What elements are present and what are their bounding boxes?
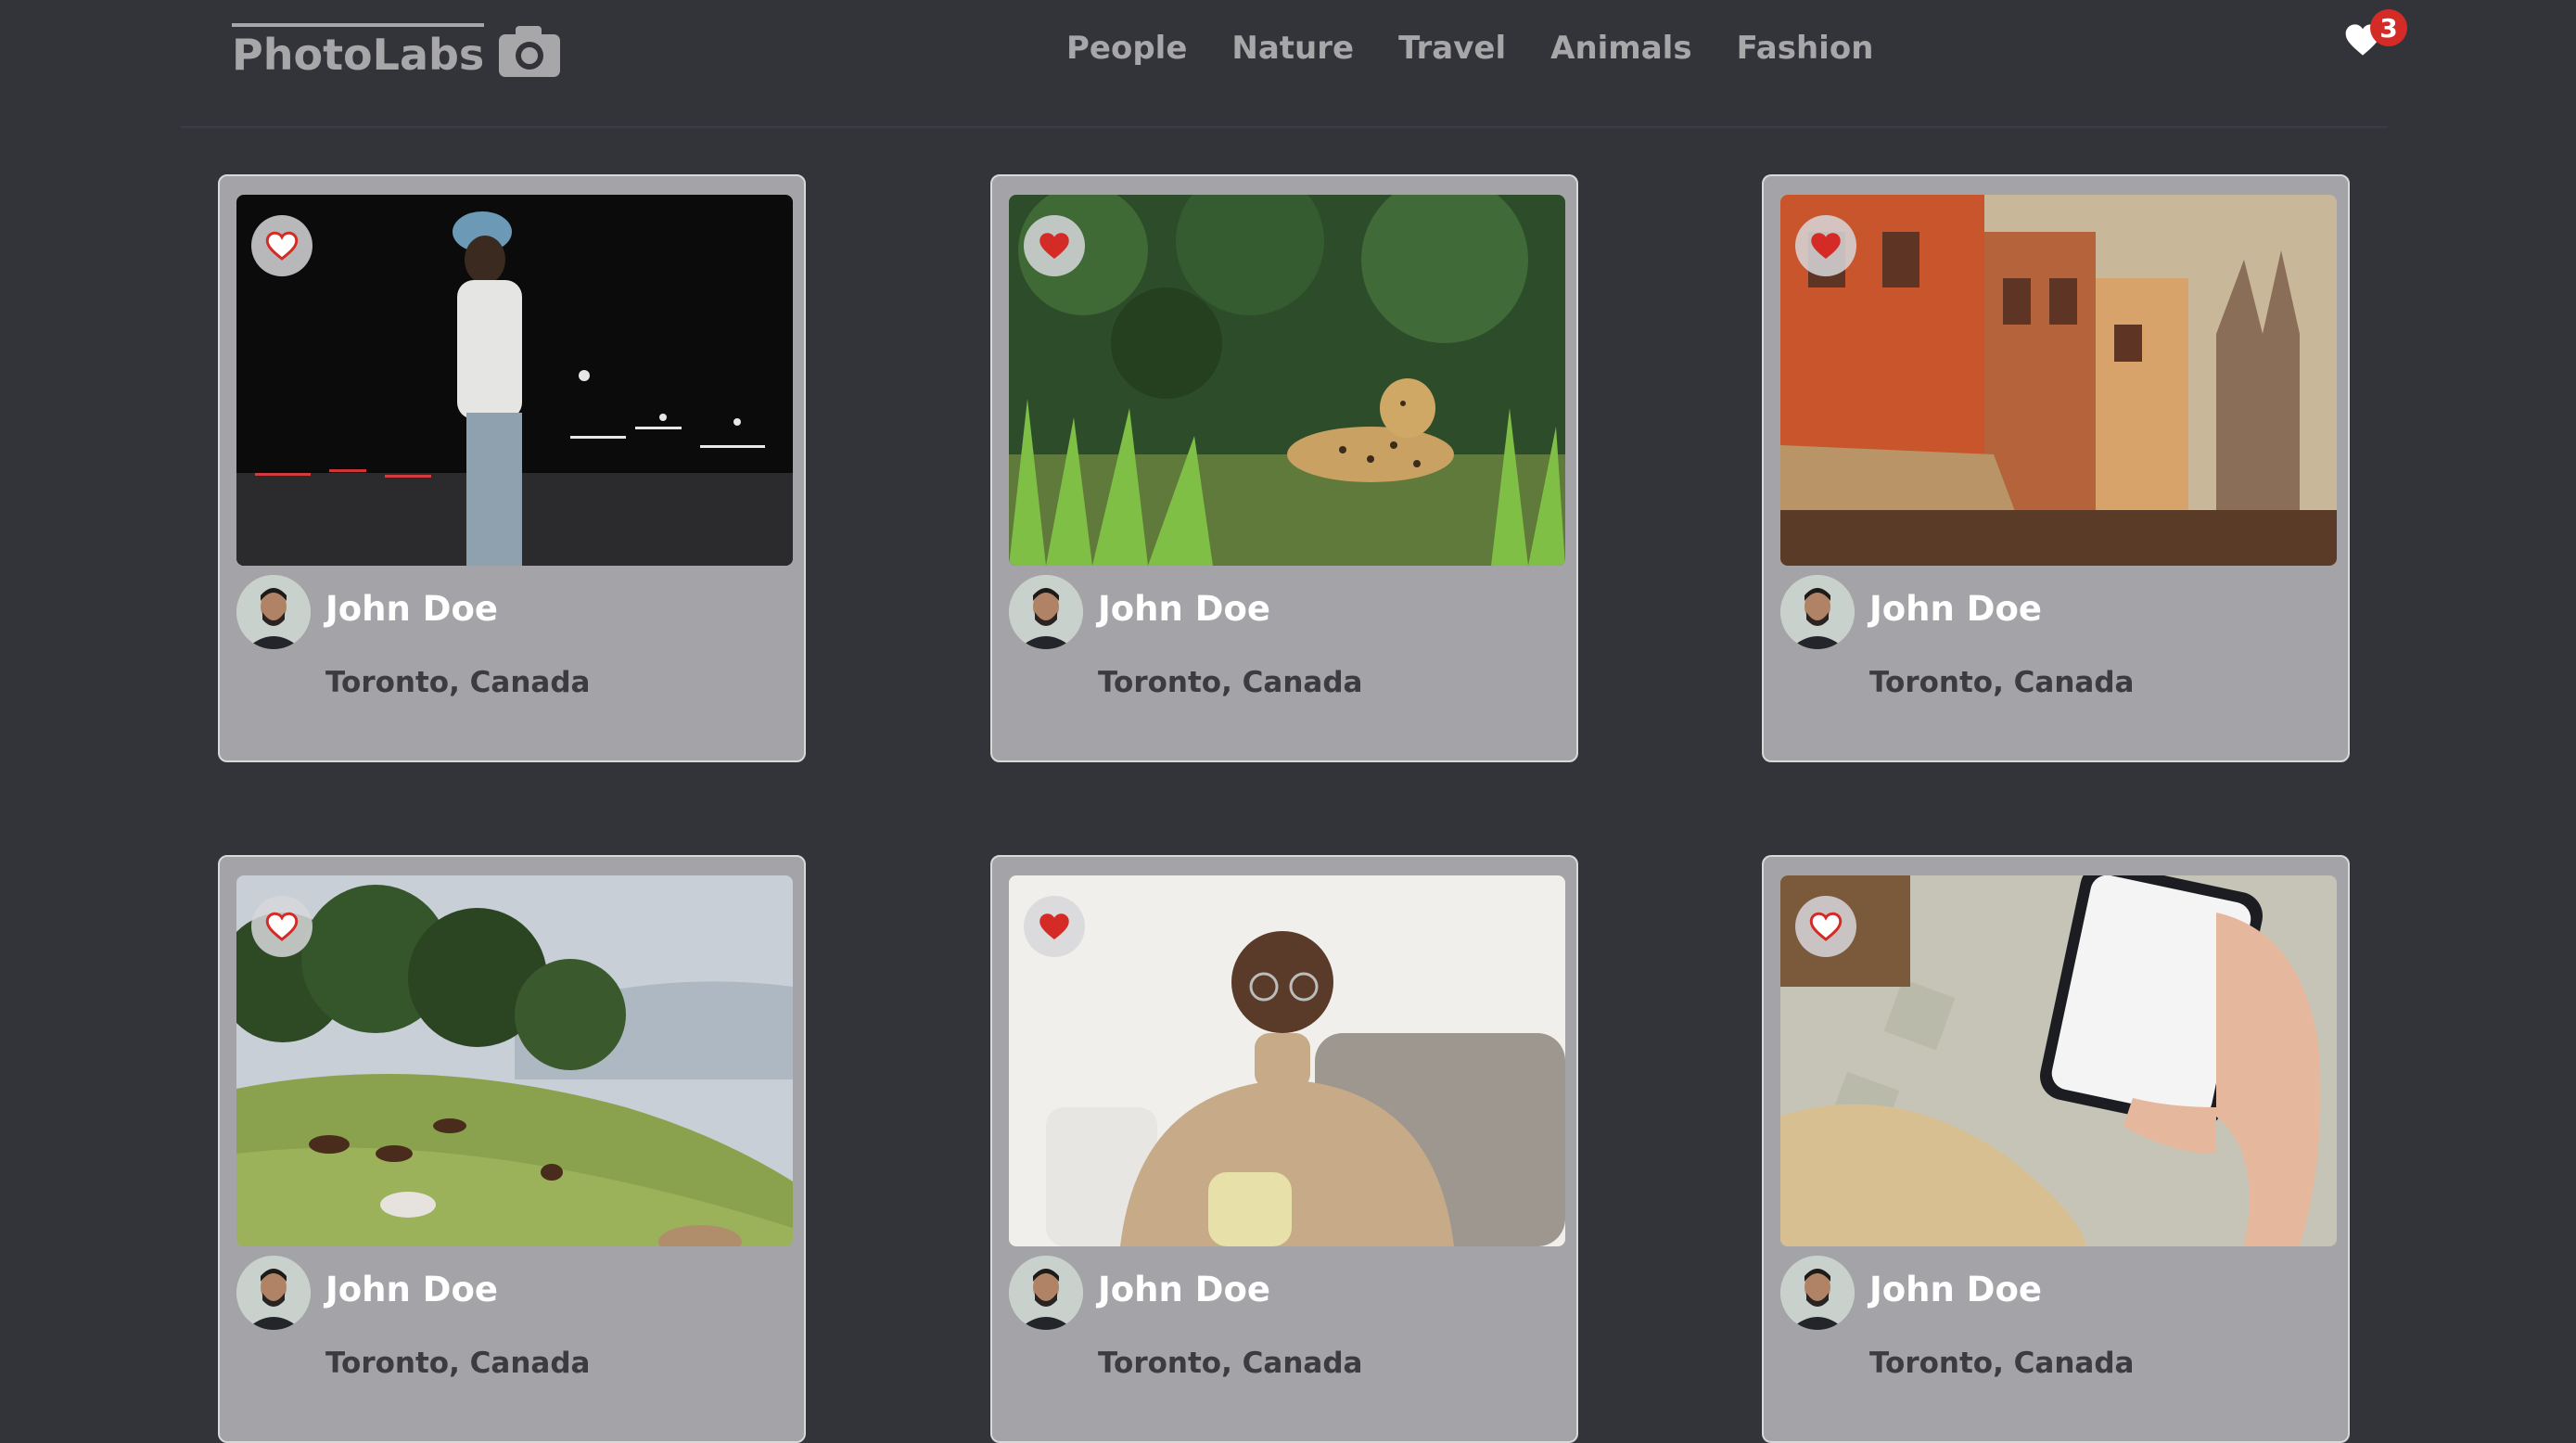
heart-filled-icon [1039,232,1069,259]
photo-card[interactable]: John Doe Toronto, Canada [218,174,806,762]
avatar [1780,575,1855,649]
nav-animals[interactable]: Animals [1550,30,1691,67]
topic-nav: People Nature Travel Animals Fashion [1066,19,1873,78]
heart-outline-icon [265,912,299,941]
logo[interactable]: PhotoLabs [232,20,562,82]
photo-card[interactable]: John Doe Toronto, Canada [218,855,806,1443]
avatar [236,1256,311,1330]
nav-travel[interactable]: Travel [1398,30,1506,67]
like-button[interactable] [1795,896,1856,957]
heart-filled-icon [1811,232,1841,259]
avatar [1009,1256,1083,1330]
photo-location: Toronto, Canada [325,1347,591,1380]
photo-card[interactable]: John Doe Toronto, Canada [1762,174,2350,762]
photo-location: Toronto, Canada [1869,666,2135,699]
top-nav-bar: PhotoLabs People Nature Travel Animals F… [0,0,2576,93]
favorites-button[interactable]: 3 [2344,9,2409,65]
photo-image[interactable] [236,875,793,1246]
photo-location: Toronto, Canada [1098,1347,1363,1380]
user-name: John Doe [1869,589,2042,629]
photo-image[interactable] [1009,195,1565,566]
user-name: John Doe [1098,1270,1270,1309]
logo-text: PhotoLabs [232,23,485,79]
photo-location: Toronto, Canada [325,666,591,699]
photo-card[interactable]: John Doe Toronto, Canada [990,174,1578,762]
user-name: John Doe [1098,589,1270,629]
photo-image[interactable] [236,195,793,566]
favorites-count-badge: 3 [2370,9,2407,46]
avatar [1009,575,1083,649]
photo-image[interactable] [1780,875,2337,1246]
photo-card[interactable]: John Doe Toronto, Canada [990,855,1578,1443]
header-divider [181,126,2388,128]
nav-nature[interactable]: Nature [1231,30,1354,67]
like-button[interactable] [1024,215,1085,276]
like-button[interactable] [251,215,312,276]
nav-fashion[interactable]: Fashion [1737,30,1874,67]
heart-filled-icon [1039,913,1069,939]
like-button[interactable] [251,896,312,957]
nav-people[interactable]: People [1066,30,1187,67]
avatar [236,575,311,649]
photo-location: Toronto, Canada [1869,1347,2135,1380]
photo-image[interactable] [1780,195,2337,566]
like-button[interactable] [1024,896,1085,957]
heart-outline-icon [265,231,299,261]
camera-icon [497,23,562,79]
user-name: John Doe [325,1270,498,1309]
heart-outline-icon [1809,912,1843,941]
photo-location: Toronto, Canada [1098,666,1363,699]
avatar [1780,1256,1855,1330]
like-button[interactable] [1795,215,1856,276]
photo-card[interactable]: John Doe Toronto, Canada [1762,855,2350,1443]
user-name: John Doe [1869,1270,2042,1309]
user-name: John Doe [325,589,498,629]
photo-image[interactable] [1009,875,1565,1246]
